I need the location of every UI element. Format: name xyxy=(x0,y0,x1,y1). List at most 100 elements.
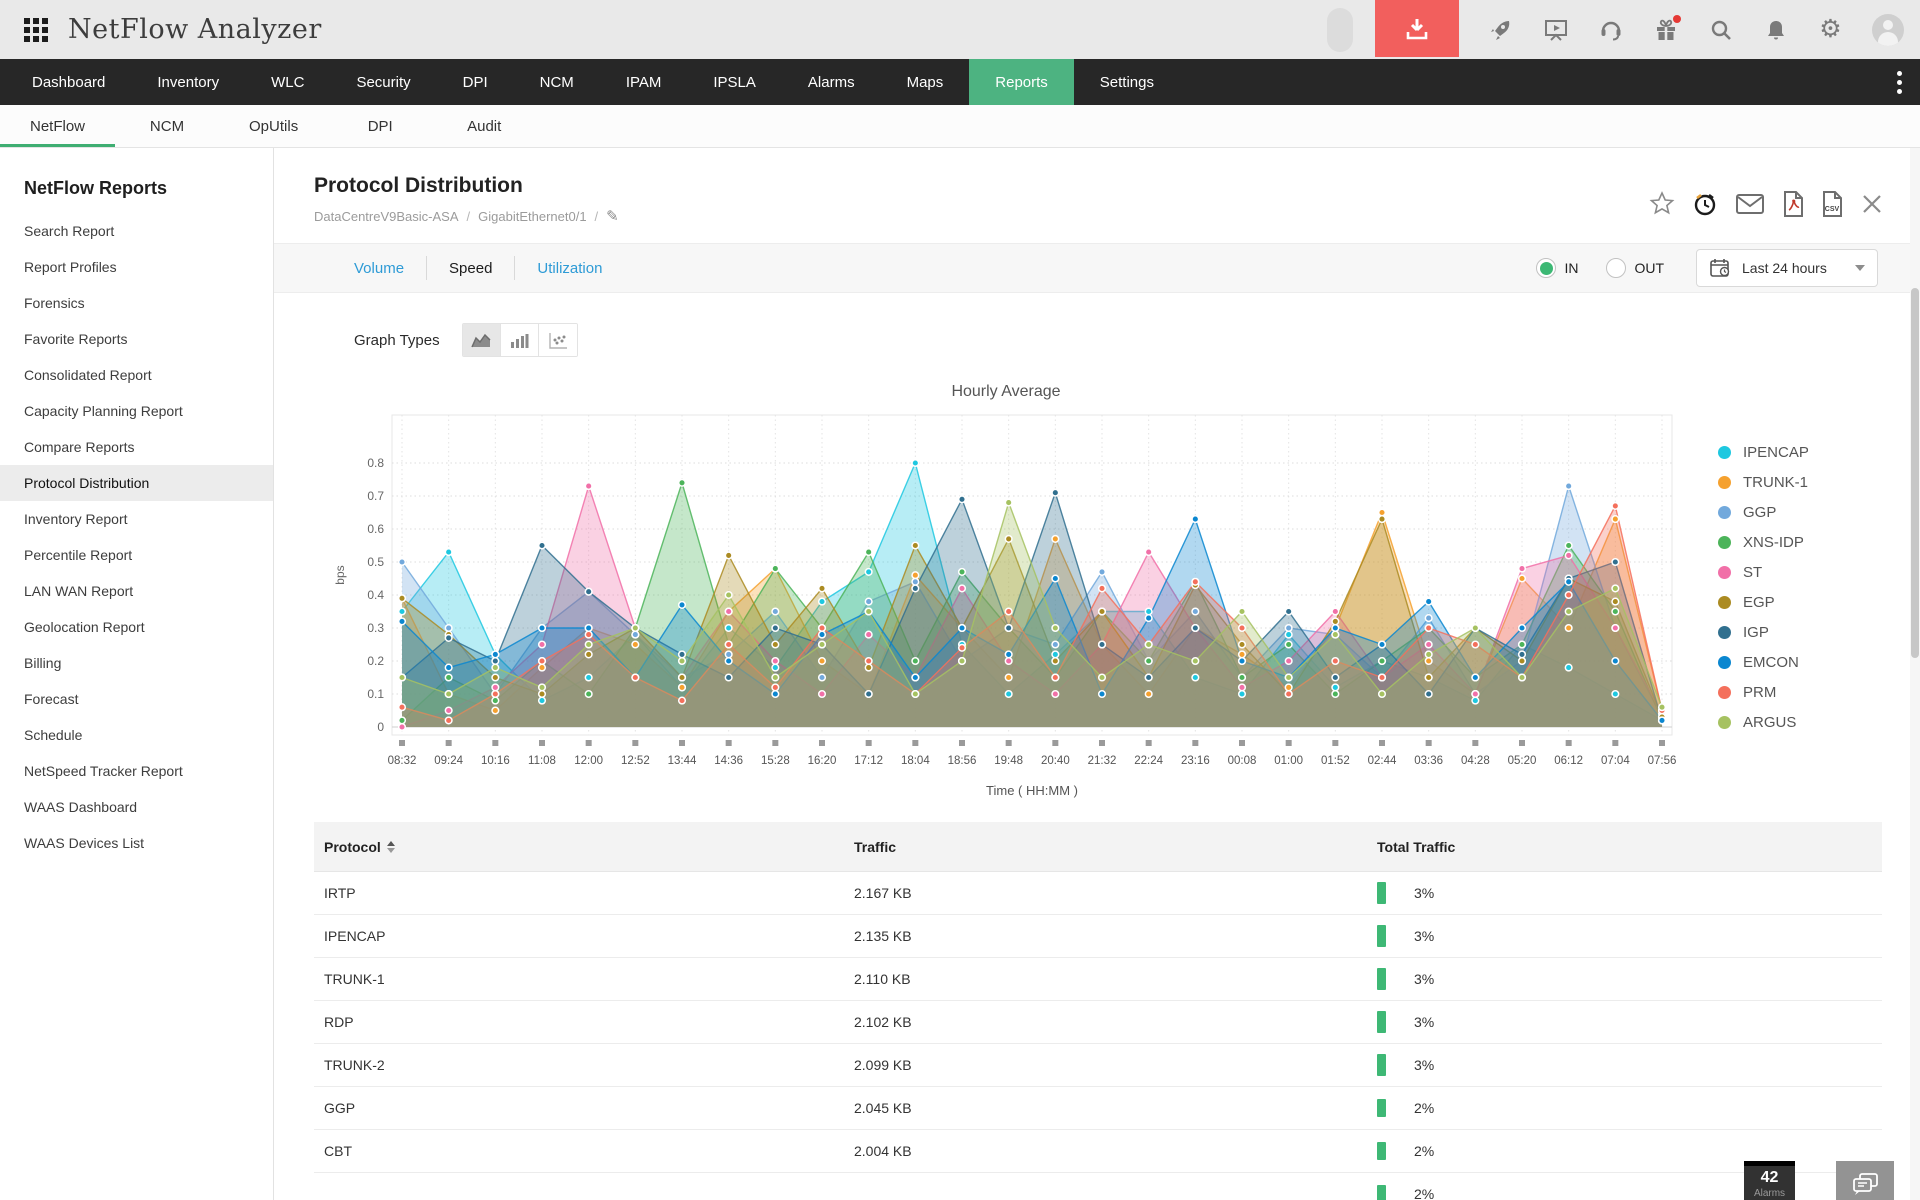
sidebar-item-netspeed-tracker-report[interactable]: NetSpeed Tracker Report xyxy=(0,753,273,789)
user-avatar[interactable] xyxy=(1872,13,1904,46)
sidebar-item-forecast[interactable]: Forecast xyxy=(0,681,273,717)
sidebar-item-waas-dashboard[interactable]: WAAS Dashboard xyxy=(0,789,273,825)
traffic-mini-bar xyxy=(1377,1099,1386,1117)
sidebar-item-favorite-reports[interactable]: Favorite Reports xyxy=(0,321,273,357)
alarms-badge[interactable]: 42 Alarms xyxy=(1744,1161,1795,1200)
gift-icon[interactable] xyxy=(1652,15,1681,43)
legend-item-egp[interactable]: EGP xyxy=(1718,587,1809,617)
legend-dot xyxy=(1718,475,1731,489)
nav-item-alarms[interactable]: Alarms xyxy=(782,59,881,105)
nav-item-settings[interactable]: Settings xyxy=(1074,59,1180,105)
subnav-item-ncm[interactable]: NCM xyxy=(115,105,219,147)
sidebar-item-consolidated-report[interactable]: Consolidated Report xyxy=(0,357,273,393)
export-pdf-icon[interactable] xyxy=(1782,190,1804,217)
svg-text:CSV: CSV xyxy=(1825,206,1840,213)
cell-total-traffic: 2% xyxy=(1377,1185,1882,1200)
sidebar-item-waas-devices-list[interactable]: WAAS Devices List xyxy=(0,825,273,861)
legend-item-prm[interactable]: PRM xyxy=(1718,677,1809,707)
download-icon xyxy=(1406,18,1428,39)
direction-radio-in[interactable]: IN xyxy=(1536,258,1578,278)
time-range-dropdown[interactable]: Last 24 hours xyxy=(1696,249,1878,287)
support-headset-icon[interactable] xyxy=(1597,16,1624,43)
legend-item-st[interactable]: ST xyxy=(1718,557,1809,587)
breadcrumb-interface[interactable]: GigabitEthernet0/1 xyxy=(478,209,586,224)
search-icon[interactable] xyxy=(1707,16,1734,43)
nav-item-inventory[interactable]: Inventory xyxy=(131,59,245,105)
legend-item-igp[interactable]: IGP xyxy=(1718,617,1809,647)
graph-type-scatter-button[interactable] xyxy=(538,324,577,356)
sidebar-item-capacity-planning-report[interactable]: Capacity Planning Report xyxy=(0,393,273,429)
settings-gear-icon[interactable]: ⚙ xyxy=(1817,16,1844,43)
legend-item-ggp[interactable]: GGP xyxy=(1718,497,1809,527)
sidebar-item-protocol-distribution[interactable]: Protocol Distribution xyxy=(0,465,273,501)
svg-text:00:08: 00:08 xyxy=(1228,755,1257,767)
report-tab-utilization[interactable]: Utilization xyxy=(515,256,624,281)
column-header-total-traffic[interactable]: Total Traffic xyxy=(1377,839,1882,855)
traffic-percent: 3% xyxy=(1414,1014,1435,1030)
subnav-item-audit[interactable]: Audit xyxy=(432,105,536,147)
nav-item-dpi[interactable]: DPI xyxy=(437,59,514,105)
legend-item-argus[interactable]: ARGUS xyxy=(1718,707,1809,737)
cell-traffic: 2.045 KB xyxy=(854,1100,912,1116)
svg-text:0.1: 0.1 xyxy=(367,687,384,701)
svg-text:06:12: 06:12 xyxy=(1554,755,1583,767)
nav-item-ipam[interactable]: IPAM xyxy=(600,59,688,105)
report-tab-speed[interactable]: Speed xyxy=(427,256,514,281)
legend-item-xns-idp[interactable]: XNS-IDP xyxy=(1718,527,1809,557)
email-icon[interactable] xyxy=(1735,192,1765,216)
sort-icon[interactable] xyxy=(386,840,395,853)
nav-item-dashboard[interactable]: Dashboard xyxy=(6,59,131,105)
apps-grid-icon[interactable] xyxy=(24,17,48,42)
nav-item-security[interactable]: Security xyxy=(330,59,436,105)
notifications-bell-icon[interactable] xyxy=(1762,16,1789,43)
sidebar-item-billing[interactable]: Billing xyxy=(0,645,273,681)
nav-item-ipsla[interactable]: IPSLA xyxy=(687,59,782,105)
graph-type-area-button[interactable] xyxy=(462,324,501,356)
export-csv-icon[interactable]: CSV xyxy=(1821,190,1843,217)
subnav-item-dpi[interactable]: DPI xyxy=(328,105,432,147)
favorite-star-icon[interactable] xyxy=(1649,191,1675,216)
sidebar-item-inventory-report[interactable]: Inventory Report xyxy=(0,501,273,537)
legend-item-emcon[interactable]: EMCON xyxy=(1718,647,1809,677)
nav-item-ncm[interactable]: NCM xyxy=(514,59,600,105)
close-icon[interactable] xyxy=(1860,192,1884,216)
sidebar-item-report-profiles[interactable]: Report Profiles xyxy=(0,249,273,285)
legend-item-ipencap[interactable]: IPENCAP xyxy=(1718,437,1809,467)
training-video-icon[interactable] xyxy=(1542,16,1569,43)
chat-button[interactable] xyxy=(1836,1161,1894,1200)
sidebar-item-lan-wan-report[interactable]: LAN WAN Report xyxy=(0,573,273,609)
legend-dot xyxy=(1718,595,1731,609)
cell-protocol: TRUNK-1 xyxy=(324,971,385,987)
alarms-label: Alarms xyxy=(1753,1188,1786,1199)
edit-pencil-icon[interactable]: ✎ xyxy=(606,207,619,225)
column-header-traffic[interactable]: Traffic xyxy=(854,839,1377,855)
sidebar-item-compare-reports[interactable]: Compare Reports xyxy=(0,429,273,465)
legend-label: EGP xyxy=(1743,593,1775,611)
sidebar-item-geolocation-report[interactable]: Geolocation Report xyxy=(0,609,273,645)
scrollbar-thumb[interactable] xyxy=(1911,288,1919,658)
legend-item-trunk-1[interactable]: TRUNK-1 xyxy=(1718,467,1809,497)
direction-radio-out[interactable]: OUT xyxy=(1606,258,1664,278)
sidebar-item-schedule[interactable]: Schedule xyxy=(0,717,273,753)
graph-type-bar-button[interactable] xyxy=(500,324,539,356)
sidebar-item-search-report[interactable]: Search Report xyxy=(0,213,273,249)
subnav-item-netflow[interactable]: NetFlow xyxy=(0,105,116,147)
chart-block: Hourly Average 0 0.1 0.2 0.3 0.4 0.5 0.6 0.7 0.8… xyxy=(274,383,1920,812)
rocket-icon[interactable] xyxy=(1487,16,1514,43)
breadcrumb-device[interactable]: DataCentreV9Basic-ASA xyxy=(314,209,459,224)
download-button[interactable] xyxy=(1375,0,1459,57)
svg-text:15:28: 15:28 xyxy=(761,755,790,767)
traffic-percent: 2% xyxy=(1414,1186,1435,1200)
sidebar-item-percentile-report[interactable]: Percentile Report xyxy=(0,537,273,573)
report-tab-volume[interactable]: Volume xyxy=(332,256,426,281)
nav-item-maps[interactable]: Maps xyxy=(881,59,970,105)
overflow-menu-icon[interactable] xyxy=(1879,59,1920,105)
traffic-mini-bar xyxy=(1377,882,1386,904)
column-header-protocol[interactable]: Protocol xyxy=(324,839,854,855)
schedule-history-icon[interactable] xyxy=(1692,191,1718,217)
subnav-item-oputils[interactable]: OpUtils xyxy=(219,105,328,147)
table-row: CBT 2.004 KB 2% xyxy=(314,1130,1882,1173)
nav-item-wlc[interactable]: WLC xyxy=(245,59,330,105)
nav-item-reports[interactable]: Reports xyxy=(969,59,1074,105)
sidebar-item-forensics[interactable]: Forensics xyxy=(0,285,273,321)
